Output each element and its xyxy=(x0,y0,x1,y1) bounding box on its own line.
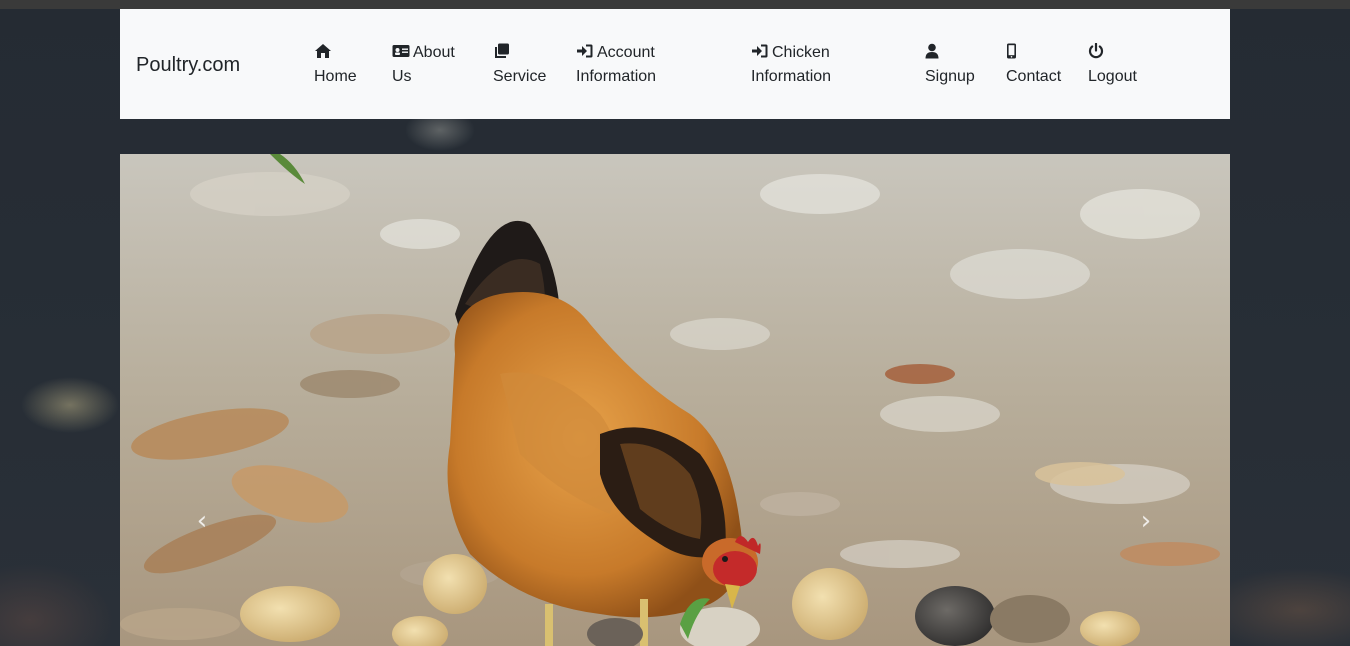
nav-item-contact[interactable]: Contact xyxy=(1006,41,1061,89)
sign-in-icon xyxy=(576,43,594,59)
brand-logo[interactable]: Poultry.com xyxy=(136,52,240,78)
nav-item-logout[interactable]: Logout xyxy=(1088,41,1137,89)
carousel-prev-button[interactable]: ‹ xyxy=(187,506,217,536)
hen-with-chicks-photo xyxy=(120,154,1230,646)
window-top-strip xyxy=(0,0,1350,9)
nav-item-label: Signup xyxy=(925,68,975,85)
mobile-icon xyxy=(1006,43,1024,59)
power-icon xyxy=(1088,43,1106,59)
nav-item-about[interactable]: About Us xyxy=(392,41,455,89)
user-icon xyxy=(925,43,943,59)
nav-item-label: Home xyxy=(314,68,357,85)
nav-item-chicken-information[interactable]: Chicken Information xyxy=(751,41,831,89)
image-carousel: ‹ › xyxy=(120,154,1230,646)
chevron-left-icon: ‹ xyxy=(196,506,208,536)
nav-item-account-information[interactable]: Account Information xyxy=(576,41,656,89)
clone-icon xyxy=(493,43,511,59)
navbar: Poultry.com Home About Us Service Accoun… xyxy=(120,9,1230,119)
nav-item-label: Us xyxy=(392,68,412,85)
nav-item-home[interactable]: Home xyxy=(314,41,357,89)
nav-item-signup[interactable]: Signup xyxy=(925,41,975,89)
carousel-next-button[interactable]: › xyxy=(1131,506,1161,536)
nav-item-label: Service xyxy=(493,68,547,85)
nav-item-label: Contact xyxy=(1006,68,1062,85)
nav-item-service[interactable]: Service xyxy=(493,41,546,89)
id-card-icon xyxy=(392,43,410,59)
nav-item-label: Information xyxy=(751,68,832,85)
sign-in-icon xyxy=(751,43,769,59)
chevron-right-icon: › xyxy=(1140,506,1152,536)
home-icon xyxy=(314,43,332,59)
nav-item-label: Information xyxy=(576,68,657,85)
nav-item-label: Logout xyxy=(1088,68,1137,85)
